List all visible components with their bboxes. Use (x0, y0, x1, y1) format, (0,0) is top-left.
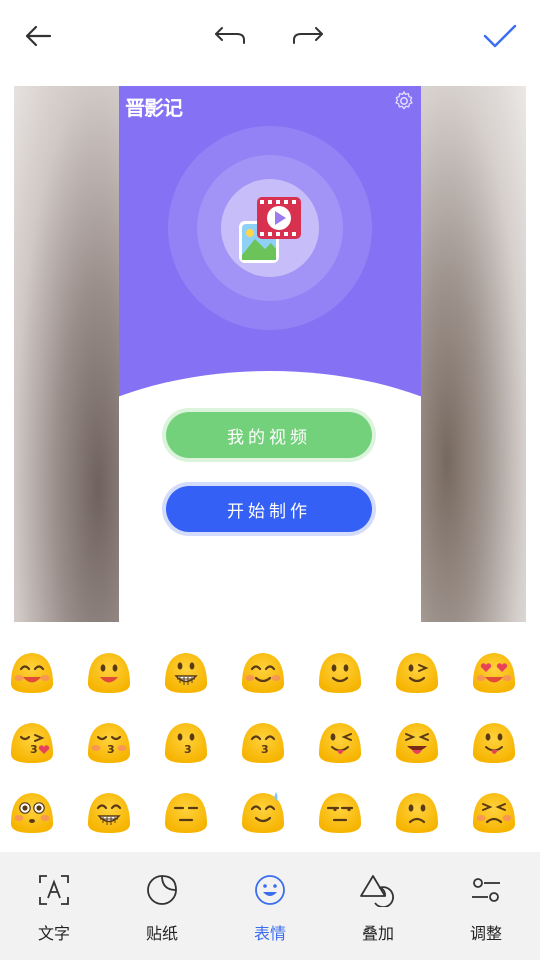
smiling-face-open-mouth-emoji[interactable] (85, 650, 133, 694)
kissing-face-emoji[interactable]: 3 (162, 720, 210, 764)
kissing-smiling-eyes-face-emoji[interactable]: 3 (239, 720, 287, 764)
svg-text:3: 3 (261, 743, 269, 756)
squinting-tongue-face-emoji[interactable] (393, 720, 441, 764)
tab-overlay[interactable]: 叠加 (324, 852, 432, 960)
svg-text:3: 3 (107, 743, 115, 756)
emoji-icon (255, 875, 285, 905)
svg-text:3: 3 (30, 743, 38, 756)
confirm-button[interactable] (478, 14, 522, 58)
unamused-face-emoji[interactable] (316, 790, 364, 834)
winking-tongue-face-emoji[interactable] (316, 720, 364, 764)
blurred-background-right (421, 86, 526, 622)
redo-button[interactable] (286, 14, 330, 58)
slightly-smiling-face-emoji[interactable] (316, 650, 364, 694)
arrow-left-icon (25, 25, 52, 47)
undo-button[interactable] (208, 14, 252, 58)
tab-label-emoji: 表情 (253, 924, 286, 943)
expressionless-face-emoji[interactable] (162, 790, 210, 834)
svg-text:3: 3 (184, 743, 192, 756)
kissing-blush-face-emoji[interactable]: 3 (85, 720, 133, 764)
tab-text[interactable]: 文字 (0, 852, 108, 960)
video-app-icon (239, 197, 301, 263)
flushed-face-emoji[interactable] (8, 790, 56, 834)
tab-label-adjust: 调整 (469, 924, 502, 943)
text-box-icon (39, 875, 69, 905)
screenshot-content: 晋影记 我的视频 开始制作 (119, 86, 421, 622)
adjust-sliders-icon (472, 878, 500, 902)
sweat-smile-face-emoji[interactable] (239, 790, 287, 834)
my-videos-button: 我的视频 (166, 412, 372, 458)
winking-face-emoji[interactable] (393, 650, 441, 694)
emoji-panel: 3 3 3 3 (0, 636, 540, 846)
kissing-heart-face-emoji[interactable]: 3 (8, 720, 56, 764)
frowning-face-emoji[interactable] (393, 790, 441, 834)
start-making-button: 开始制作 (166, 486, 372, 532)
grinning-squint-face-emoji[interactable] (8, 650, 56, 694)
heart-eyes-face-emoji[interactable] (470, 650, 518, 694)
top-toolbar (0, 0, 540, 72)
grimacing-grin-face-emoji[interactable] (85, 790, 133, 834)
tab-adjust[interactable]: 调整 (432, 852, 540, 960)
tongue-out-face-emoji[interactable] (470, 720, 518, 764)
bottom-tab-bar: 文字 贴纸 表情 叠加 调整 (0, 852, 540, 960)
checkmark-icon (483, 24, 517, 48)
redo-icon (293, 27, 323, 44)
undo-icon (215, 27, 245, 44)
sticker-icon (147, 875, 177, 905)
smiling-closed-eyes-face-emoji[interactable] (239, 650, 287, 694)
app-brand-logo: 晋影记 (125, 96, 183, 120)
persevering-face-emoji[interactable] (470, 790, 518, 834)
grinning-teeth-face-emoji[interactable] (162, 650, 210, 694)
tab-label-overlay: 叠加 (361, 924, 394, 943)
tab-sticker[interactable]: 贴纸 (108, 852, 216, 960)
gear-icon (395, 91, 413, 110)
image-preview[interactable]: 晋影记 我的视频 开始制作 (14, 86, 526, 622)
tab-emoji[interactable]: 表情 (216, 852, 324, 960)
overlay-shapes-icon (360, 875, 394, 907)
tab-label-text: 文字 (37, 924, 70, 943)
back-button[interactable] (16, 14, 60, 58)
blurred-background-left (14, 86, 119, 622)
tab-label-sticker: 贴纸 (145, 924, 178, 943)
